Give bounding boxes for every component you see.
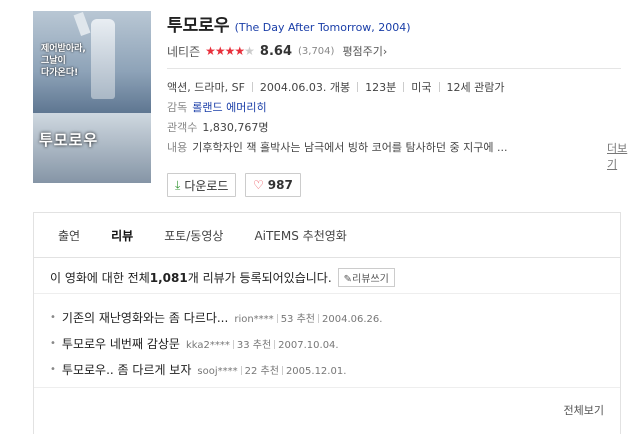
tab-bar: 출연 리뷰 포토/동영상 AiTEMS 추천영화 <box>34 213 620 258</box>
list-divider <box>34 387 620 388</box>
summary-divider <box>34 293 620 294</box>
rate-link[interactable]: 평점주기› <box>342 43 387 59</box>
poster-statue <box>91 19 115 99</box>
country: 미국 <box>411 81 432 94</box>
review-summary: 이 영화에 대한 전체 1,081 개 리뷰가 등록되어있습니다. ✎리뷰쓰기 <box>50 268 395 287</box>
bullet-icon: • <box>50 363 56 375</box>
review-panel: 출연 리뷰 포토/동영상 AiTEMS 추천영화 이 영화에 대한 전체 1,0… <box>33 212 621 434</box>
age-rating: 12세 관람가 <box>446 81 505 94</box>
director-row: 감독 롤랜드 에머리히 <box>167 100 267 116</box>
audience-count: 1,830,767명 <box>202 121 269 134</box>
runtime: 123분 <box>365 81 397 94</box>
write-review-button[interactable]: ✎리뷰쓰기 <box>337 268 395 287</box>
rating-count: (3,704) <box>298 45 335 57</box>
plot-label: 내용 <box>167 141 188 154</box>
review-title[interactable]: 투모로우 네번째 감상문 <box>62 335 180 352</box>
release-date: 2004.06.03. 개봉 <box>259 81 351 94</box>
tab-recommend[interactable]: AiTEMS 추천영화 <box>254 227 346 244</box>
director-link[interactable]: 롤랜드 에머리히 <box>192 101 266 114</box>
plot-row: 내용 기후학자인 잭 홀박사는 남극에서 빙하 코어를 탐사하던 중 지구에 ..… <box>167 140 621 156</box>
movie-original-title: (The Day After Tomorrow, 2004) <box>234 21 411 34</box>
rating-score: 8.64 <box>259 43 292 59</box>
like-button[interactable]: ♡ 987 <box>245 173 301 197</box>
review-meta: kka2**** 33 추천 2007.10.04. <box>185 339 339 351</box>
download-icon: ⤓ <box>175 177 181 192</box>
tab-cast[interactable]: 출연 <box>58 227 80 244</box>
info-divider <box>167 68 621 69</box>
tab-reviews[interactable]: 리뷰 <box>111 227 133 244</box>
view-all-link[interactable]: 전체보기 <box>564 402 604 418</box>
more-link[interactable]: 더보기 <box>607 140 631 172</box>
bullet-icon: • <box>50 311 56 323</box>
audience-row: 관객수 1,830,767명 <box>167 120 268 136</box>
bullet-icon: • <box>50 337 56 349</box>
plot-text: 기후학자인 잭 홀박사는 남극에서 빙하 코어를 탐사하던 중 지구에 ... <box>192 141 508 154</box>
review-title[interactable]: 투모로우.. 좀 다르게 보자 <box>62 361 191 378</box>
rating-label: 네티즌 <box>167 44 201 59</box>
movie-title[interactable]: 투모로우 <box>167 11 230 36</box>
list-item: • 투모로우 네번째 감상문 kka2**** 33 추천 2007.10.04. <box>50 330 382 356</box>
download-button[interactable]: ⤓ 다운로드 <box>167 173 237 197</box>
director-label: 감독 <box>167 101 188 114</box>
review-meta: sooj**** 22 추천 2005.12.01. <box>197 365 347 377</box>
movie-poster[interactable]: 제어받아라, 그날이 다가온다! 투모로우 <box>33 11 151 183</box>
star-rating: ★★★★★ <box>205 44 255 58</box>
review-meta: rion**** 53 추천 2004.06.26. <box>234 313 383 325</box>
review-title[interactable]: 기존의 재난영화와는 좀 다르다... <box>62 309 228 326</box>
review-list: • 기존의 재난영화와는 좀 다르다... rion**** 53 추천 2004.… <box>50 304 382 382</box>
poster-tagline: 제어받아라, 그날이 다가온다! <box>41 44 86 78</box>
audience-label: 관객수 <box>167 121 198 134</box>
poster-title: 투모로우 <box>39 131 99 149</box>
genre: 액션, 드라마, SF <box>167 81 245 94</box>
review-count: 1,081 <box>149 270 188 285</box>
movie-meta: 액션, 드라마, SF 2004.06.03. 개봉 123분 미국 12세 관람가 <box>167 80 504 96</box>
tab-photos[interactable]: 포토/동영상 <box>164 227 223 244</box>
list-item: • 투모로우.. 좀 다르게 보자 sooj**** 22 추천 2005.12.0… <box>50 356 382 382</box>
pencil-icon: ✎ <box>343 274 353 285</box>
download-label: 다운로드 <box>184 178 229 193</box>
poster-torch <box>73 11 91 37</box>
like-count: 987 <box>267 178 293 192</box>
movie-info: 투모로우 (The Day After Tomorrow, 2004) 네티즌 … <box>167 11 631 197</box>
heart-icon: ♡ <box>253 178 264 192</box>
rating-row: 네티즌 ★★★★★ 8.64 (3,704) 평점주기› <box>167 42 387 60</box>
list-item: • 기존의 재난영화와는 좀 다르다... rion**** 53 추천 2004.… <box>50 304 382 330</box>
